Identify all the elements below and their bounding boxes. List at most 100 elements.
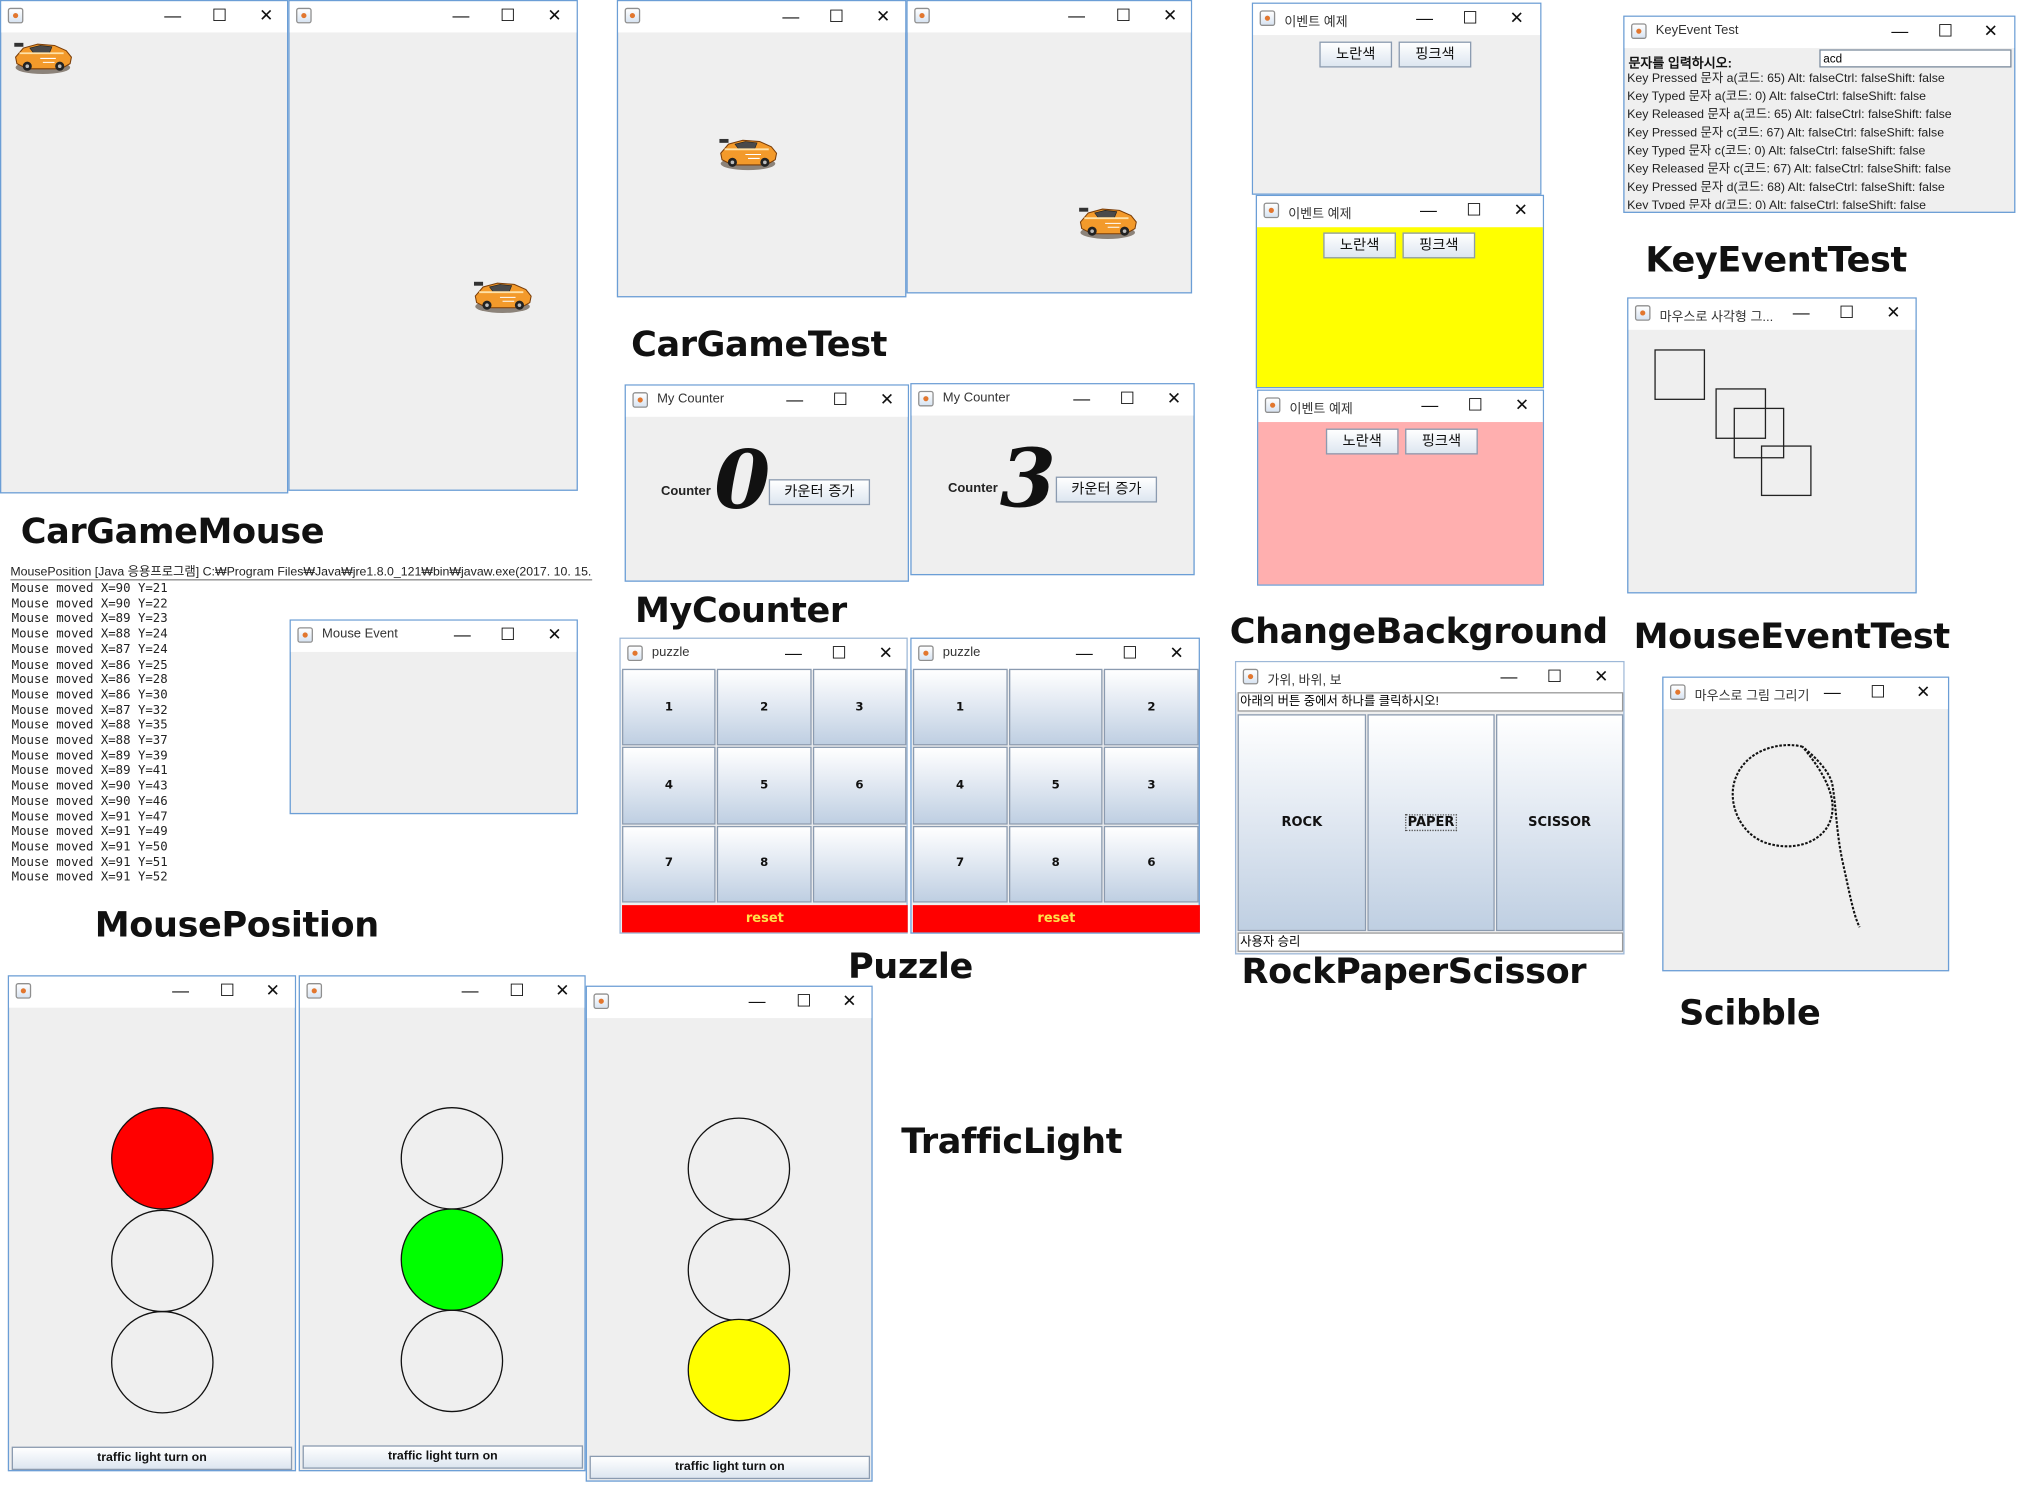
paper-button[interactable]: PAPER [1367,714,1495,932]
minimize-button[interactable]: — [1417,392,1443,418]
close-button[interactable]: ✕ [1509,392,1535,418]
puzzle-tile-8[interactable]: 8 [717,825,812,903]
close-button[interactable]: ✕ [542,3,568,29]
maximize-button[interactable]: ☐ [1462,392,1488,418]
minimize-button[interactable]: — [782,387,808,413]
puzzle-tile-1[interactable]: 1 [912,668,1008,746]
close-button[interactable]: ✕ [542,622,568,648]
close-button[interactable]: ✕ [1978,18,2004,44]
close-button[interactable]: ✕ [549,978,575,1004]
close-button[interactable]: ✕ [873,640,899,666]
maximize-button[interactable]: ☐ [1865,679,1891,705]
maximize-button[interactable]: ☐ [1834,300,1860,326]
increment-counter-button[interactable]: 카운터 증가 [768,479,871,506]
puzzle-tile-2[interactable]: 2 [1104,668,1199,746]
maximize-button[interactable]: ☐ [206,3,232,29]
close-button[interactable]: ✕ [1157,3,1183,29]
minimize-button[interactable]: — [1412,5,1438,31]
minimize-button[interactable]: — [744,988,770,1014]
minimize-button[interactable]: — [449,622,475,648]
puzzle-tile-6[interactable]: 6 [1104,825,1199,903]
puzzle-tile-7[interactable]: 7 [622,825,716,903]
maximize-button[interactable]: ☐ [504,978,530,1004]
puzzle-tile-empty[interactable] [1008,668,1103,746]
close-button[interactable]: ✕ [870,4,896,30]
puzzle-tile-6[interactable]: 6 [812,747,907,825]
maximize-button[interactable]: ☐ [1541,664,1567,690]
traffic-light-button[interactable]: traffic light turn on [302,1445,584,1469]
puzzle-tile-empty[interactable] [812,825,907,903]
traffic-light-button[interactable]: traffic light turn on [11,1446,293,1471]
maximize-button[interactable]: ☐ [495,3,521,29]
pink-button[interactable]: 핑크색 [1398,41,1472,68]
close-button[interactable]: ✕ [874,387,900,413]
car-icon[interactable] [1077,200,1139,242]
maximize-button[interactable]: ☐ [1117,640,1143,666]
close-button[interactable]: ✕ [1910,679,1936,705]
reset-button[interactable]: reset [622,905,908,933]
minimize-button[interactable]: — [1788,300,1814,326]
minimize-button[interactable]: — [160,3,186,29]
maximize-button[interactable]: ☐ [1461,197,1487,223]
key-event-line: Key Typed 문자 d(코드: 0) Alt: falseCtrl: fa… [1627,198,1927,210]
minimize-button[interactable]: — [1415,197,1441,223]
minimize-button[interactable]: — [1496,664,1522,690]
puzzle-tile-4[interactable]: 4 [912,747,1008,825]
minimize-button[interactable]: — [1887,18,1913,44]
minimize-button[interactable]: — [448,3,474,29]
close-button[interactable]: ✕ [1508,197,1534,223]
trafficlight-window-3: — ☐ ✕ traffic light turn on [585,985,873,1482]
puzzle-tile-5[interactable]: 5 [1008,747,1103,825]
maximize-button[interactable]: ☐ [827,387,853,413]
minimize-button[interactable]: — [457,978,483,1004]
minimize-button[interactable]: — [1069,386,1095,412]
reset-button[interactable]: reset [912,905,1200,933]
close-button[interactable]: ✕ [1504,5,1530,31]
scissor-button[interactable]: SCISSOR [1495,714,1624,932]
pink-button[interactable]: 핑크색 [1402,232,1476,259]
increment-counter-button[interactable]: 카운터 증가 [1055,476,1158,503]
minimize-button[interactable]: — [1071,640,1097,666]
rock-button[interactable]: ROCK [1237,714,1367,932]
maximize-button[interactable]: ☐ [1932,18,1958,44]
maximize-button[interactable]: ☐ [823,4,849,30]
yellow-button[interactable]: 노란색 [1319,41,1393,68]
puzzle-tile-3[interactable]: 3 [812,668,907,746]
minimize-button[interactable]: — [1064,3,1090,29]
puzzle-tile-8[interactable]: 8 [1008,825,1103,903]
minimize-button[interactable]: — [778,4,804,30]
car-icon[interactable] [471,274,533,316]
car-icon[interactable] [12,35,74,77]
puzzle-tile-3[interactable]: 3 [1104,747,1199,825]
close-button[interactable]: ✕ [1161,386,1187,412]
puzzle-tile-4[interactable]: 4 [622,747,716,825]
traffic-light-button[interactable]: traffic light turn on [589,1455,871,1480]
maximize-button[interactable]: ☐ [214,978,240,1004]
car-icon[interactable] [717,131,779,173]
puzzle-tile-7[interactable]: 7 [912,825,1008,903]
minimize-button[interactable]: — [168,978,194,1004]
close-button[interactable]: ✕ [1880,300,1906,326]
scribble-canvas[interactable] [1664,709,1948,970]
close-button[interactable]: ✕ [836,988,862,1014]
key-input-field[interactable] [1819,49,2012,68]
maximize-button[interactable]: ☐ [791,988,817,1014]
close-button[interactable]: ✕ [1588,664,1614,690]
puzzle-tile-1[interactable]: 1 [622,668,716,746]
rectangle-drawing-canvas[interactable] [1628,330,1915,592]
close-button[interactable]: ✕ [1164,640,1190,666]
maximize-button[interactable]: ☐ [1114,386,1140,412]
yellow-button[interactable]: 노란색 [1325,428,1399,455]
close-button[interactable]: ✕ [260,978,286,1004]
minimize-button[interactable]: — [1819,679,1845,705]
puzzle-tile-5[interactable]: 5 [717,747,812,825]
minimize-button[interactable]: — [780,640,806,666]
puzzle-tile-2[interactable]: 2 [717,668,812,746]
maximize-button[interactable]: ☐ [495,622,521,648]
maximize-button[interactable]: ☐ [826,640,852,666]
pink-button[interactable]: 핑크색 [1405,428,1478,455]
yellow-button[interactable]: 노란색 [1323,232,1396,259]
close-button[interactable]: ✕ [253,3,279,29]
maximize-button[interactable]: ☐ [1457,5,1483,31]
maximize-button[interactable]: ☐ [1110,3,1136,29]
